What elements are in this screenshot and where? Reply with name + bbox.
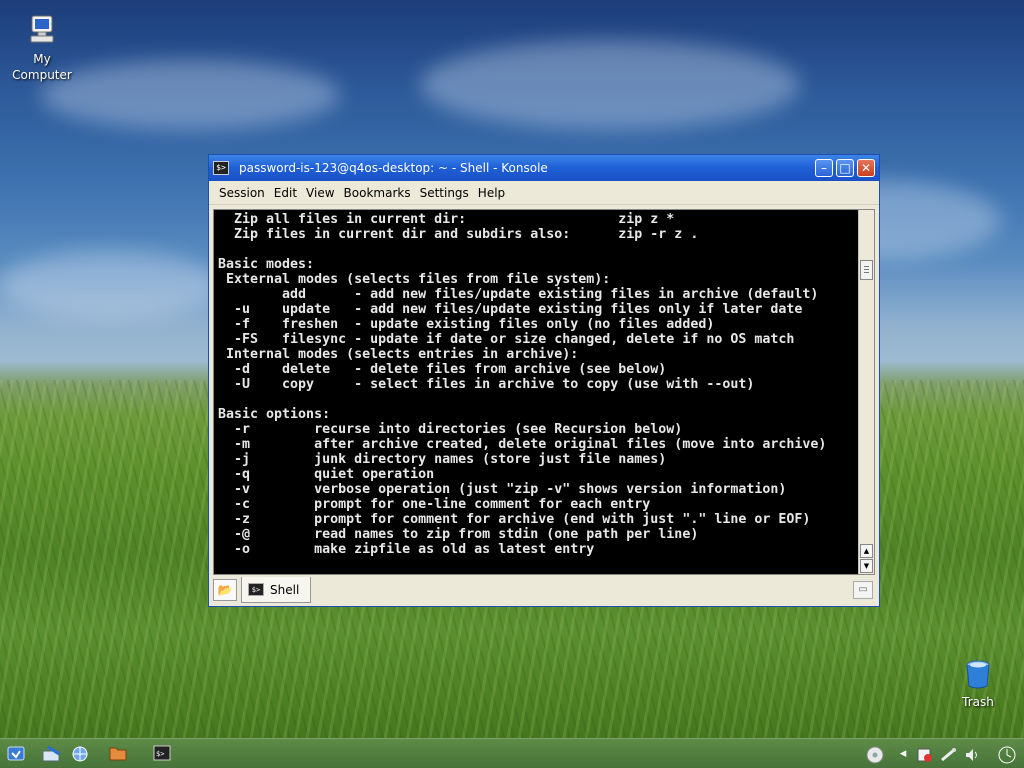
terminal-line: -r recurse into directories (see Recursi… [218,422,683,437]
computer-icon [2,14,82,49]
terminal-line: -j junk directory names (store just file… [218,452,667,467]
menu-edit[interactable]: Edit [270,186,301,200]
terminal-line: add - add new files/update existing file… [218,287,819,302]
terminal-line: -f freshen - update existing files only … [218,317,715,332]
scroll-up-arrow[interactable]: ▲ [860,544,873,558]
terminal-line: -@ read names to zip from stdin (one pat… [218,527,699,542]
scroll-down-arrow[interactable]: ▼ [860,559,873,573]
menu-bar: Session Edit View Bookmarks Settings Hel… [209,181,879,205]
terminal-line: -m after archive created, delete origina… [218,437,827,452]
tab-shell[interactable]: $> Shell [241,577,311,603]
tab-bar: 📂 $> Shell ▭ [211,577,877,605]
new-tab-button[interactable]: 📂 [213,579,237,601]
desktop-icon-trash[interactable]: Trash [938,660,1018,709]
network-tray-icon[interactable] [940,746,958,768]
terminal-scrollbar[interactable]: ▲ ▼ [858,210,874,574]
volume-icon[interactable] [964,746,982,768]
konsole-window[interactable]: $> password-is-123@q4os-desktop: ~ - She… [208,154,880,607]
terminal-line: -FS filesync - update if date or size ch… [218,332,795,347]
close-tab-button[interactable]: ▭ [853,581,873,599]
menu-bookmarks[interactable]: Bookmarks [340,186,415,200]
shell-tab-icon: $> [248,583,264,596]
konsole-icon[interactable]: $> [152,745,172,763]
window-titlebar[interactable]: $> password-is-123@q4os-desktop: ~ - She… [209,155,879,181]
scrollbar-thumb[interactable] [860,260,873,280]
menu-help[interactable]: Help [474,186,509,200]
desktop-icon-label: My Computer [12,52,72,82]
menu-view[interactable]: View [302,186,338,200]
terminal-line: -d delete - delete files from archive (s… [218,362,667,377]
menu-session[interactable]: Session [215,186,269,200]
terminal-line: Zip files in current dir and subdirs als… [218,227,699,242]
cloud [40,60,340,130]
terminal-line: Internal modes (selects entries in archi… [218,347,579,362]
tab-label: Shell [270,582,300,597]
maximize-button[interactable]: □ [836,159,854,177]
menu-settings[interactable]: Settings [416,186,473,200]
minimize-button[interactable]: – [815,159,833,177]
desktop-icon-my-computer[interactable]: My Computer [2,14,82,83]
taskbar: $> ◂ [0,738,1024,768]
desktop-icon-label: Trash [962,695,994,709]
terminal-line: -U copy - select files in archive to cop… [218,377,755,392]
cloud [420,40,800,130]
terminal-line: Zip all files in current dir: zip z * [218,212,675,227]
start-icon[interactable] [6,745,26,763]
terminal-line: -u update - add new files/update existin… [218,302,803,317]
clock-icon[interactable] [998,746,1016,768]
applications-icon[interactable] [42,745,62,763]
terminal-output[interactable]: Zip all files in current dir: zip z * Zi… [218,212,856,574]
network-icon[interactable] [70,745,90,763]
terminal-line: External modes (selects files from file … [218,272,611,287]
terminal-line: -q quiet operation [218,467,435,482]
cloud [0,250,220,320]
cd-icon[interactable] [866,746,884,768]
update-icon[interactable] [916,746,934,768]
svg-text:$>: $> [156,750,164,758]
terminal-frame: Zip all files in current dir: zip z * Zi… [213,209,875,575]
close-button[interactable]: ✕ [857,159,875,177]
terminal-line: -o make zipfile as old as latest entry [218,542,595,557]
konsole-icon: $> [213,161,229,175]
file-manager-icon[interactable] [108,745,128,763]
window-title: password-is-123@q4os-desktop: ~ - Shell … [239,161,548,175]
terminal-line: Basic options: [218,407,331,422]
terminal-line: -z prompt for comment for archive (end w… [218,512,811,527]
terminal-line: -c prompt for one-line comment for each … [218,497,651,512]
arrow-left-icon[interactable]: ◂ [894,746,912,762]
terminal-line: Basic modes: [218,257,315,272]
terminal-line: -v verbose operation (just "zip -v" show… [218,482,787,497]
trash-icon [938,660,1018,693]
